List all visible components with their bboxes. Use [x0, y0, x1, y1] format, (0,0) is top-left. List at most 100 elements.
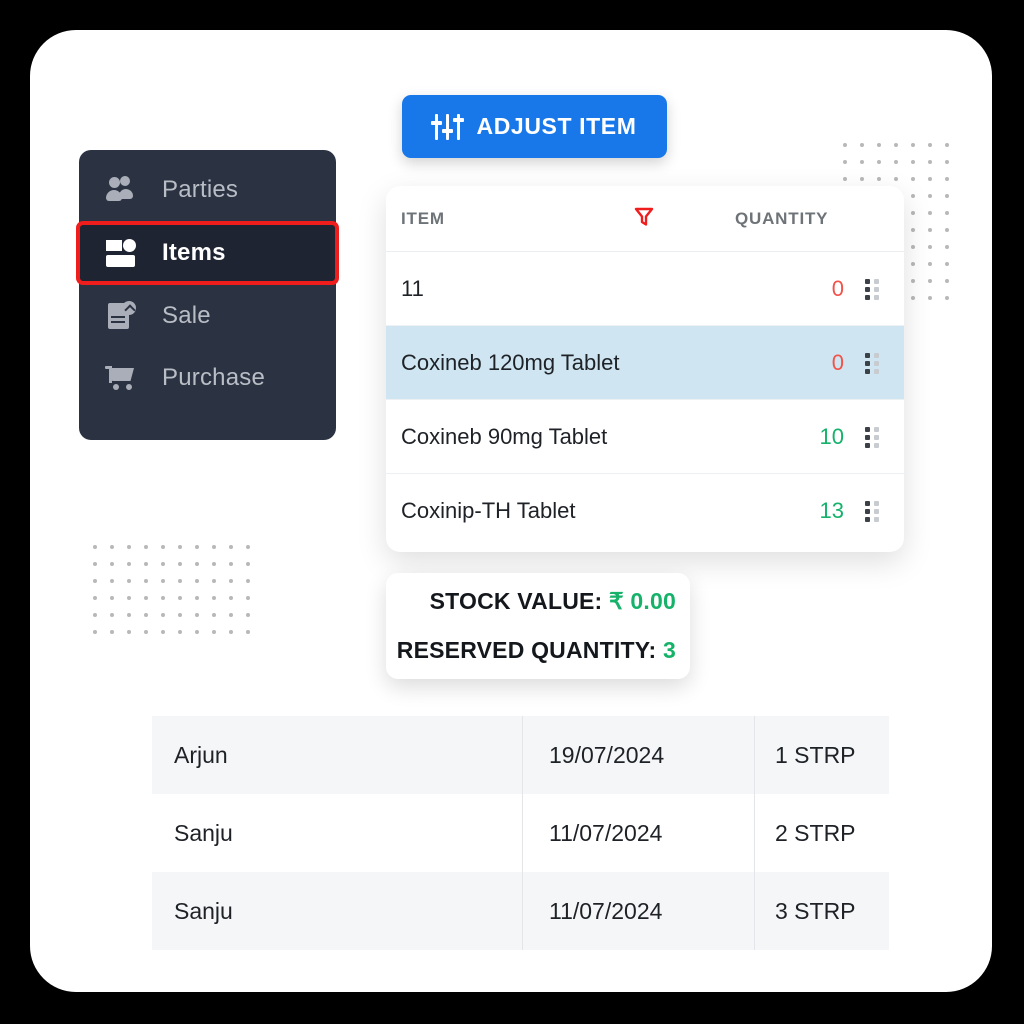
shopping-cart-icon: [105, 363, 139, 393]
decorative-dot: [928, 211, 932, 215]
transaction-date: 19/07/2024: [522, 716, 754, 794]
items-table-header: ITEM QUANTITY: [386, 186, 904, 252]
transaction-party-name: Sanju: [174, 819, 233, 846]
item-quantity: 13: [819, 498, 844, 523]
decorative-dot: [246, 545, 250, 549]
stock-value-amount: ₹ 0.00: [609, 588, 676, 614]
decorative-dot: [144, 596, 148, 600]
decorative-dot: [161, 579, 165, 583]
decorative-dot: [229, 613, 233, 617]
decorative-dot: [110, 613, 114, 617]
decorative-dot: [178, 596, 182, 600]
decorative-dot: [93, 579, 97, 583]
item-name: Coxinip-TH Tablet: [401, 498, 576, 523]
column-header-item: ITEM: [401, 208, 445, 228]
transaction-quantity: 3 STRP: [754, 872, 889, 950]
decorative-dot-grid-bottom-left: [93, 545, 263, 645]
item-name: Coxineb 90mg Tablet: [401, 423, 608, 449]
decorative-dot: [911, 211, 915, 215]
drag-handle-icon[interactable]: [865, 353, 881, 374]
decorative-dot: [894, 143, 898, 147]
sidebar-item-label-parties: Parties: [162, 176, 239, 203]
decorative-dot: [246, 613, 250, 617]
decorative-dot: [928, 194, 932, 198]
decorative-dot: [843, 160, 847, 164]
item-quantity: 10: [819, 423, 844, 449]
adjust-item-button[interactable]: ADJUST ITEM: [402, 95, 667, 158]
sidebar-item-sale[interactable]: Sale: [79, 285, 336, 347]
decorative-dot: [127, 579, 131, 583]
items-table-body: 11 0 Coxineb 120mg Tablet 0 Coxineb 90mg Tab…: [386, 252, 904, 548]
decorative-dot: [911, 194, 915, 198]
decorative-dot: [843, 177, 847, 181]
transaction-row[interactable]: Sanju 11/07/2024 3 STRP: [152, 872, 889, 950]
decorative-dot: [877, 177, 881, 181]
items-table-row[interactable]: Coxinip-TH Tablet 13: [386, 474, 904, 548]
transaction-row[interactable]: Arjun 19/07/2024 1 STRP: [152, 716, 889, 794]
decorative-dot: [195, 596, 199, 600]
transaction-row[interactable]: Sanju 11/07/2024 2 STRP: [152, 794, 889, 872]
transaction-party-name: Arjun: [174, 741, 228, 768]
drag-handle-icon[interactable]: [865, 279, 881, 300]
reserved-quantity-label: RESERVED QUANTITY:: [396, 637, 657, 663]
reserved-quantity-line: RESERVED QUANTITY: 3: [386, 637, 690, 664]
decorative-dot: [229, 579, 233, 583]
people-icon: [105, 175, 139, 205]
reserved-quantity-amount: 3: [663, 637, 676, 663]
decorative-dot: [945, 177, 949, 181]
decorative-dot: [161, 630, 165, 634]
decorative-dot: [911, 296, 915, 300]
sidebar-item-label-sale: Sale: [162, 302, 211, 329]
transaction-quantity: 1 STRP: [754, 716, 889, 794]
items-table-row[interactable]: Coxineb 120mg Tablet 0: [386, 326, 904, 400]
decorative-dot: [195, 630, 199, 634]
decorative-dot: [178, 630, 182, 634]
decorative-dot: [161, 613, 165, 617]
decorative-dot: [928, 228, 932, 232]
decorative-dot: [945, 143, 949, 147]
drag-handle-icon[interactable]: [865, 427, 881, 448]
items-icon: [105, 238, 139, 268]
sidebar: Parties Items Sale Purchase: [76, 150, 339, 440]
column-header-quantity: QUANTITY: [735, 208, 829, 228]
decorative-dot: [110, 545, 114, 549]
decorative-dot: [127, 545, 131, 549]
decorative-dot: [928, 296, 932, 300]
sale-document-icon: [105, 301, 139, 331]
sidebar-item-purchase[interactable]: Purchase: [79, 347, 336, 409]
decorative-dot: [928, 160, 932, 164]
decorative-dot: [911, 279, 915, 283]
filter-funnel-icon[interactable]: [632, 205, 656, 229]
stock-summary-card: STOCK VALUE: ₹ 0.00 RESERVED QUANTITY: 3: [386, 573, 690, 679]
decorative-dot: [195, 613, 199, 617]
decorative-dot: [945, 296, 949, 300]
sidebar-item-items[interactable]: Items: [76, 221, 339, 285]
decorative-dot: [229, 545, 233, 549]
decorative-dot: [945, 211, 949, 215]
decorative-dot: [229, 562, 233, 566]
decorative-dot: [911, 160, 915, 164]
item-quantity: 0: [831, 349, 844, 375]
sidebar-item-parties[interactable]: Parties: [79, 159, 336, 221]
decorative-dot: [144, 579, 148, 583]
decorative-dot: [928, 279, 932, 283]
items-table-card: ITEM QUANTITY 11 0 Coxineb 120mg Tablet 0 Co…: [386, 186, 904, 552]
decorative-dot: [161, 596, 165, 600]
item-name: Coxineb 120mg Tablet: [401, 349, 620, 375]
drag-handle-icon[interactable]: [865, 501, 881, 522]
items-table-row[interactable]: Coxineb 90mg Tablet 10: [386, 400, 904, 474]
decorative-dot: [945, 228, 949, 232]
items-table-row[interactable]: 11 0: [386, 252, 904, 326]
decorative-dot: [93, 545, 97, 549]
item-name: 11: [401, 275, 424, 301]
decorative-dot: [178, 579, 182, 583]
decorative-dot: [894, 177, 898, 181]
decorative-dot: [928, 143, 932, 147]
decorative-dot: [928, 245, 932, 249]
decorative-dot: [911, 143, 915, 147]
decorative-dot: [195, 562, 199, 566]
decorative-dot: [229, 596, 233, 600]
decorative-dot: [928, 177, 932, 181]
decorative-dot: [144, 613, 148, 617]
stock-value-label: STOCK VALUE:: [429, 588, 603, 614]
